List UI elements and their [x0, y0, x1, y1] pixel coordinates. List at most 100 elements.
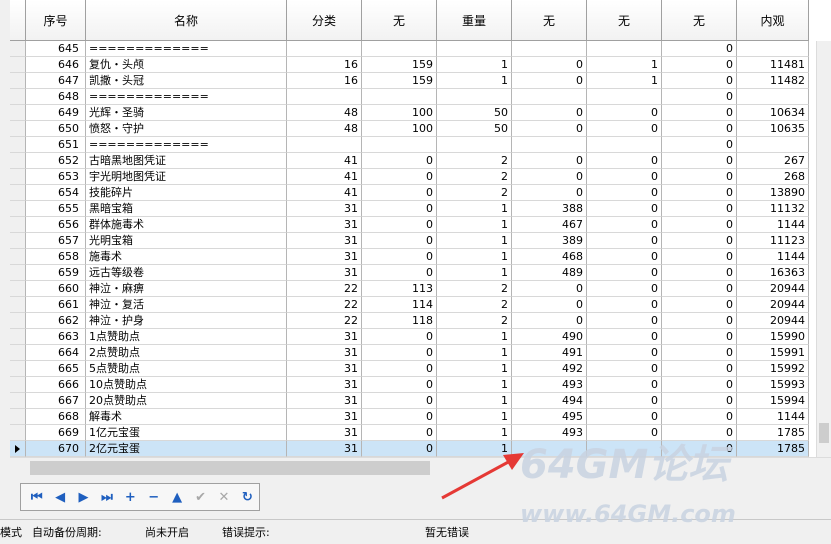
- table-cell[interactable]: 651: [26, 137, 86, 153]
- table-cell[interactable]: 1: [437, 345, 512, 361]
- row-indicator[interactable]: [10, 393, 26, 409]
- last-icon[interactable]: ⏭: [95, 486, 118, 508]
- table-cell[interactable]: 1: [437, 57, 512, 73]
- table-cell[interactable]: 0: [587, 393, 662, 409]
- table-cell[interactable]: 2: [437, 313, 512, 329]
- table-cell[interactable]: 650: [26, 121, 86, 137]
- table-cell[interactable]: 663: [26, 329, 86, 345]
- table-row[interactable]: 659 远古等级卷 31 0 1 489 0 0 16363: [10, 265, 831, 281]
- table-cell[interactable]: 50: [437, 121, 512, 137]
- table-cell[interactable]: 0: [587, 249, 662, 265]
- table-cell[interactable]: 0: [662, 361, 737, 377]
- table-cell[interactable]: 2: [437, 185, 512, 201]
- table-cell[interactable]: 494: [512, 393, 587, 409]
- table-cell[interactable]: 1144: [737, 249, 809, 265]
- table-cell[interactable]: 31: [287, 361, 362, 377]
- table-cell[interactable]: 0: [362, 249, 437, 265]
- table-cell[interactable]: 0: [512, 281, 587, 297]
- row-indicator[interactable]: [10, 313, 26, 329]
- table-cell[interactable]: [437, 89, 512, 105]
- table-cell[interactable]: 659: [26, 265, 86, 281]
- table-cell[interactable]: 10点赞助点: [86, 377, 287, 393]
- row-indicator[interactable]: [10, 57, 26, 73]
- table-cell[interactable]: 20点赞助点: [86, 393, 287, 409]
- table-cell[interactable]: 647: [26, 73, 86, 89]
- table-row[interactable]: 658 施毒术 31 0 1 468 0 0 1144: [10, 249, 831, 265]
- table-row[interactable]: 666 10点赞助点 31 0 1 493 0 0 15993: [10, 377, 831, 393]
- table-cell[interactable]: 468: [512, 249, 587, 265]
- table-cell[interactable]: 159: [362, 73, 437, 89]
- table-cell[interactable]: [437, 137, 512, 153]
- row-indicator[interactable]: [10, 425, 26, 441]
- table-cell[interactable]: 0: [662, 265, 737, 281]
- table-cell[interactable]: 1点赞助点: [86, 329, 287, 345]
- table-cell[interactable]: [287, 41, 362, 57]
- table-cell[interactable]: 467: [512, 217, 587, 233]
- table-cell[interactable]: 16: [287, 57, 362, 73]
- table-cell[interactable]: [737, 41, 809, 57]
- table-cell[interactable]: 0: [587, 105, 662, 121]
- table-cell[interactable]: 远古等级卷: [86, 265, 287, 281]
- table-cell[interactable]: 48: [287, 121, 362, 137]
- row-indicator[interactable]: [10, 89, 26, 105]
- table-cell[interactable]: 0: [662, 169, 737, 185]
- table-cell[interactable]: 656: [26, 217, 86, 233]
- row-indicator[interactable]: [10, 169, 26, 185]
- row-indicator[interactable]: [10, 121, 26, 137]
- table-cell[interactable]: 31: [287, 393, 362, 409]
- table-cell[interactable]: 41: [287, 169, 362, 185]
- data-grid[interactable]: 序号 名称 分类 无 重量 无 无 无 内观 645 ============= 0…: [10, 0, 831, 479]
- table-cell[interactable]: 31: [287, 233, 362, 249]
- table-cell[interactable]: 0: [662, 41, 737, 57]
- vertical-scroll-thumb[interactable]: [819, 423, 829, 443]
- table-cell[interactable]: 489: [512, 265, 587, 281]
- table-cell[interactable]: 0: [362, 185, 437, 201]
- table-row[interactable]: 667 20点赞助点 31 0 1 494 0 0 15994: [10, 393, 831, 409]
- table-cell[interactable]: 2点赞助点: [86, 345, 287, 361]
- table-cell[interactable]: 5点赞助点: [86, 361, 287, 377]
- table-row[interactable]: 655 黑暗宝箱 31 0 1 388 0 0 11132: [10, 201, 831, 217]
- horizontal-scroll-thumb[interactable]: [30, 461, 430, 475]
- table-row[interactable]: 656 群体施毒术 31 0 1 467 0 0 1144: [10, 217, 831, 233]
- table-cell[interactable]: 654: [26, 185, 86, 201]
- table-cell[interactable]: 0: [662, 377, 737, 393]
- table-row[interactable]: 649 光辉・圣骑 48 100 50 0 0 0 10634: [10, 105, 831, 121]
- table-cell[interactable]: 0: [587, 361, 662, 377]
- table-row[interactable]: 654 技能碎片 41 0 2 0 0 0 13890: [10, 185, 831, 201]
- table-cell[interactable]: 2: [437, 297, 512, 313]
- cancel-icon[interactable]: ✕: [212, 486, 235, 508]
- delete-icon[interactable]: −: [142, 486, 165, 508]
- table-cell[interactable]: 661: [26, 297, 86, 313]
- table-cell[interactable]: 1785: [737, 441, 809, 457]
- table-cell[interactable]: 0: [662, 105, 737, 121]
- table-cell[interactable]: 0: [362, 425, 437, 441]
- row-indicator[interactable]: [10, 153, 26, 169]
- table-row[interactable]: 650 愤怒・守护 48 100 50 0 0 0 10635: [10, 121, 831, 137]
- table-cell[interactable]: 0: [662, 233, 737, 249]
- column-header-none-4[interactable]: 无: [662, 0, 737, 40]
- table-cell[interactable]: 0: [512, 105, 587, 121]
- table-cell[interactable]: =============: [86, 41, 287, 57]
- row-indicator[interactable]: [10, 409, 26, 425]
- table-cell[interactable]: 665: [26, 361, 86, 377]
- table-cell[interactable]: 1: [437, 217, 512, 233]
- table-cell[interactable]: 0: [362, 361, 437, 377]
- table-cell[interactable]: 660: [26, 281, 86, 297]
- table-cell[interactable]: 0: [512, 57, 587, 73]
- table-cell[interactable]: [512, 41, 587, 57]
- table-row[interactable]: 664 2点赞助点 31 0 1 491 0 0 15991: [10, 345, 831, 361]
- table-cell[interactable]: 0: [362, 329, 437, 345]
- row-indicator[interactable]: [10, 105, 26, 121]
- table-cell[interactable]: 0: [587, 201, 662, 217]
- table-cell[interactable]: 16363: [737, 265, 809, 281]
- table-cell[interactable]: 1: [437, 409, 512, 425]
- table-cell[interactable]: 1144: [737, 217, 809, 233]
- table-cell[interactable]: 11123: [737, 233, 809, 249]
- row-indicator[interactable]: [10, 249, 26, 265]
- table-cell[interactable]: [737, 89, 809, 105]
- column-header-weight[interactable]: 重量: [437, 0, 512, 40]
- table-cell[interactable]: 群体施毒术: [86, 217, 287, 233]
- table-cell[interactable]: [587, 41, 662, 57]
- table-cell[interactable]: 0: [362, 345, 437, 361]
- row-indicator[interactable]: [10, 265, 26, 281]
